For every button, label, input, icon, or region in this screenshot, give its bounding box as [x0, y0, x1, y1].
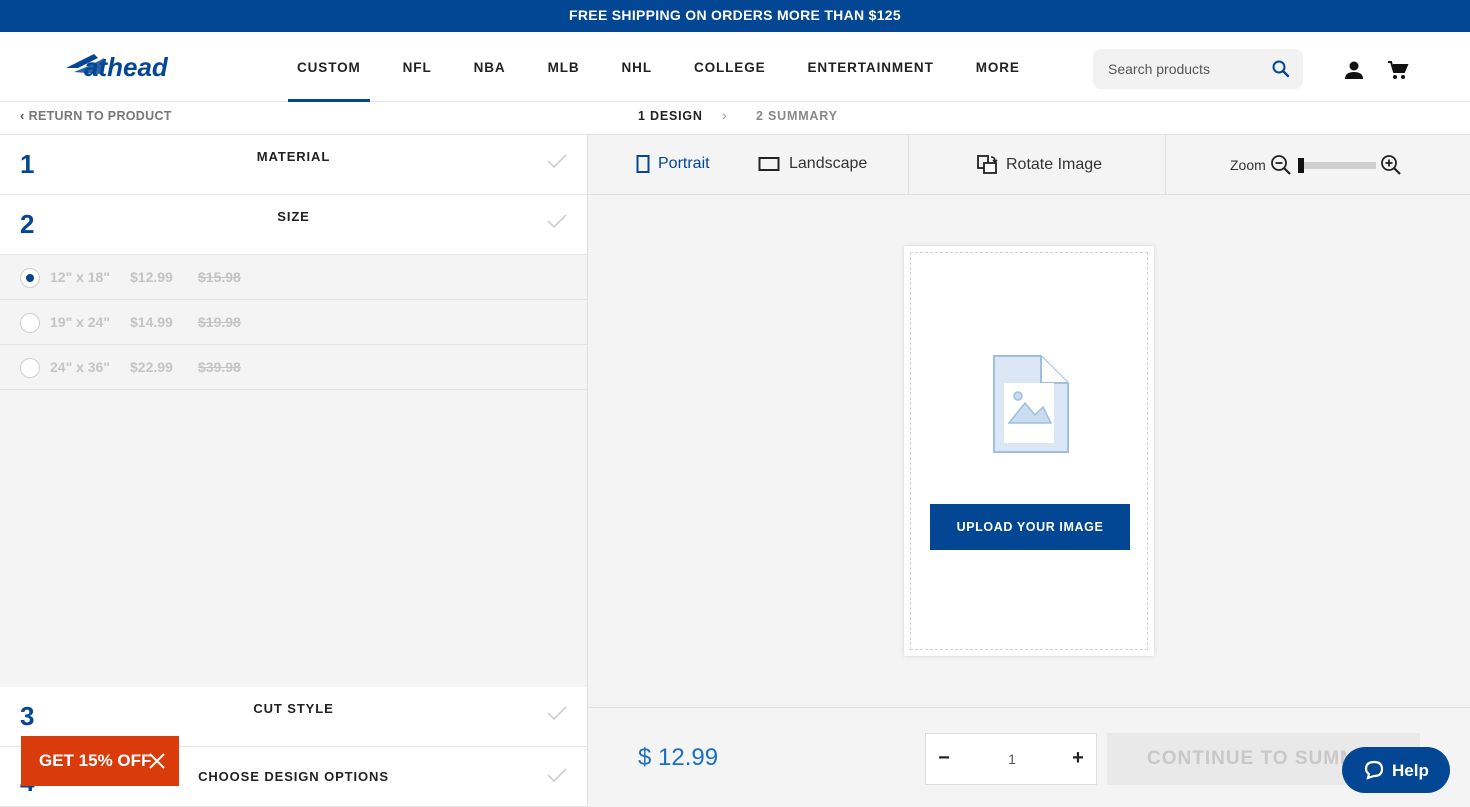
return-label: RETURN TO PRODUCT: [28, 108, 172, 123]
portrait-icon: [636, 155, 650, 173]
size-option[interactable]: 19" x 24" $14.99 $19.98: [0, 300, 587, 345]
options-panel: 1 MATERIAL 2 SIZE 12" x 18" $12.99 $15.9…: [0, 135, 588, 807]
step-summary[interactable]: 2 SUMMARY: [756, 109, 838, 123]
chevron-left-icon: ‹: [20, 108, 25, 123]
svg-text:athead: athead: [84, 52, 169, 82]
size-radio[interactable]: [20, 313, 40, 333]
chevron-right-icon: ›: [722, 107, 727, 123]
main-nav: CUSTOM NFL NBA MLB NHL COLLEGE ENTERTAIN…: [288, 32, 1053, 102]
quantity-increase-button[interactable]: +: [1060, 734, 1096, 784]
account-icon[interactable]: [1343, 59, 1365, 81]
size-old-price: $15.98: [198, 269, 241, 285]
check-icon: [547, 214, 567, 229]
design-canvas: UPLOAD YOUR IMAGE: [904, 246, 1154, 656]
step-bar: ‹ RETURN TO PRODUCT 1 DESIGN › 2 SUMMARY: [0, 102, 1470, 135]
quantity-stepper: − +: [925, 733, 1097, 785]
cart-icon[interactable]: [1387, 59, 1409, 81]
size-price: $12.99: [130, 269, 173, 285]
rotate-label: Rotate Image: [1006, 156, 1103, 173]
image-placeholder-icon: [993, 355, 1069, 453]
size-option[interactable]: 12" x 18" $12.99 $15.98: [0, 255, 587, 300]
zoom-slider-track[interactable]: [1298, 162, 1376, 169]
return-to-product-link[interactable]: ‹ RETURN TO PRODUCT: [20, 108, 172, 123]
size-price: $14.99: [130, 314, 173, 330]
zoom-label: Zoom: [1230, 157, 1266, 173]
discount-offer-tab[interactable]: GET 15% OFF: [21, 736, 179, 786]
portrait-button[interactable]: Portrait: [636, 155, 710, 173]
size-label: 12" x 18": [50, 269, 110, 285]
nav-mlb[interactable]: MLB: [539, 32, 589, 102]
promo-banner: FREE SHIPPING ON ORDERS MORE THAN $125: [0, 0, 1470, 32]
check-icon: [547, 768, 567, 783]
toolbar-divider: [1165, 135, 1166, 195]
search-box: [1093, 49, 1303, 89]
nav-nba[interactable]: NBA: [465, 32, 515, 102]
step-title: CUT STYLE: [253, 701, 334, 716]
landscape-icon: [758, 157, 780, 171]
canvas-safe-area: UPLOAD YOUR IMAGE: [910, 252, 1148, 650]
chat-icon: [1364, 760, 1384, 780]
help-label: Help: [1392, 761, 1429, 780]
discount-label: GET 15% OFF: [39, 751, 152, 770]
step-title: SIZE: [277, 209, 310, 224]
step-title: MATERIAL: [256, 149, 331, 164]
search-input[interactable]: [1093, 49, 1263, 89]
nav-nhl[interactable]: NHL: [613, 32, 661, 102]
close-icon[interactable]: [149, 753, 165, 769]
price-display: $ 12.99: [638, 744, 719, 771]
size-old-price: $19.98: [198, 314, 241, 330]
nav-more[interactable]: MORE: [967, 32, 1029, 102]
check-icon: [547, 154, 567, 169]
toolbar-divider: [908, 135, 909, 195]
help-button[interactable]: Help: [1342, 747, 1450, 793]
nav-entertainment[interactable]: ENTERTAINMENT: [799, 32, 943, 102]
quantity-decrease-button[interactable]: −: [926, 734, 962, 784]
size-price: $22.99: [130, 359, 173, 375]
size-option[interactable]: 24" x 36" $22.99 $39.98: [0, 345, 587, 390]
size-radio[interactable]: [20, 268, 40, 288]
check-icon: [547, 706, 567, 721]
size-label: 19" x 24": [50, 314, 110, 330]
step-material-header[interactable]: 1 MATERIAL: [0, 135, 587, 195]
nav-custom[interactable]: CUSTOM: [288, 32, 370, 102]
rotate-image-button[interactable]: Rotate Image: [976, 154, 1102, 176]
fathead-logo[interactable]: athead: [64, 48, 214, 84]
landscape-label: Landscape: [789, 155, 868, 172]
landscape-button[interactable]: Landscape: [758, 155, 867, 173]
size-old-price: $39.98: [198, 359, 241, 375]
search-icon[interactable]: [1271, 59, 1291, 79]
portrait-label: Portrait: [658, 155, 710, 172]
order-bar: $ 12.99 − + CONTINUE TO SUMMARY: [588, 707, 1470, 807]
zoom-in-icon[interactable]: [1380, 154, 1402, 176]
rotate-icon: [977, 155, 998, 174]
zoom-slider-handle[interactable]: [1298, 158, 1304, 173]
zoom-out-icon[interactable]: [1270, 154, 1292, 176]
quantity-input[interactable]: [962, 734, 1062, 784]
size-label: 24" x 36": [50, 359, 110, 375]
site-header: athead CUSTOM NFL NBA MLB NHL COLLEGE EN…: [0, 32, 1470, 102]
size-radio[interactable]: [20, 358, 40, 378]
step-design[interactable]: 1 DESIGN: [638, 109, 703, 123]
editor-toolbar: Portrait Landscape Rotate Image Zoom: [588, 135, 1470, 195]
nav-nfl[interactable]: NFL: [394, 32, 441, 102]
step-size-header[interactable]: 2 SIZE: [0, 195, 587, 255]
upload-image-button[interactable]: UPLOAD YOUR IMAGE: [930, 504, 1130, 550]
nav-college[interactable]: COLLEGE: [685, 32, 775, 102]
